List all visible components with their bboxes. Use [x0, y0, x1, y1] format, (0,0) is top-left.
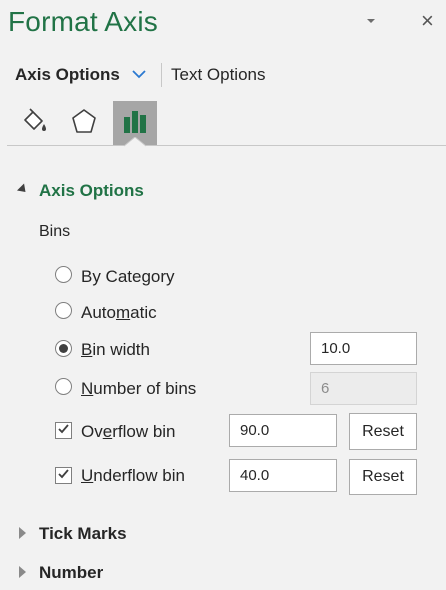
underflow-bin-label[interactable]: Underflow bin — [81, 466, 185, 486]
collapsed-triangle-icon[interactable] — [19, 566, 26, 578]
underflow-bin-input[interactable]: 40.0 — [229, 459, 337, 492]
number-of-bins-label[interactable]: Number of bins — [81, 379, 196, 399]
underflow-bin-checkbox[interactable] — [55, 467, 72, 484]
overflow-bin-label[interactable]: Overflow bin — [81, 422, 176, 442]
pane-title: Format Axis — [8, 6, 159, 37]
fill-line-button[interactable] — [12, 101, 56, 145]
section-number[interactable]: Number — [39, 563, 103, 583]
tab-separator — [161, 63, 162, 87]
section-axis-options[interactable]: Axis Options — [39, 181, 144, 201]
overflow-reset-button[interactable]: Reset — [349, 413, 417, 450]
expanded-triangle-icon[interactable] — [16, 183, 30, 196]
by-category-radio[interactable] — [55, 266, 72, 283]
automatic-radio[interactable] — [55, 302, 72, 319]
close-icon[interactable]: × — [421, 10, 434, 32]
checkmark-icon — [57, 467, 70, 485]
section-tick-marks[interactable]: Tick Marks — [39, 524, 127, 544]
paint-bucket-icon — [18, 105, 50, 142]
by-category-label[interactable]: By Category — [81, 267, 175, 287]
checkmark-icon — [57, 422, 70, 440]
overflow-bin-checkbox[interactable] — [55, 422, 72, 439]
chevron-down-icon[interactable] — [130, 66, 148, 82]
number-of-bins-input: 6 — [310, 372, 417, 405]
chevron-down-icon[interactable] — [364, 14, 378, 28]
collapsed-triangle-icon[interactable] — [19, 527, 26, 539]
number-of-bins-radio[interactable] — [55, 378, 72, 395]
pentagon-icon — [68, 105, 100, 142]
underflow-reset-button[interactable]: Reset — [349, 459, 417, 495]
tab-text-options[interactable]: Text Options — [171, 65, 266, 85]
bin-width-input[interactable]: 10.0 — [310, 332, 417, 365]
bin-width-label[interactable]: Bin width — [81, 340, 150, 360]
automatic-label[interactable]: Automatic — [81, 303, 157, 323]
tab-axis-options[interactable]: Axis Options — [15, 65, 120, 85]
overflow-bin-input[interactable]: 90.0 — [229, 414, 337, 447]
tab-divider — [7, 145, 446, 146]
effects-button[interactable] — [62, 101, 106, 145]
bar-chart-icon — [119, 105, 151, 142]
bin-width-radio[interactable] — [55, 340, 72, 357]
bins-label: Bins — [39, 223, 71, 240]
selected-notch — [124, 137, 146, 147]
